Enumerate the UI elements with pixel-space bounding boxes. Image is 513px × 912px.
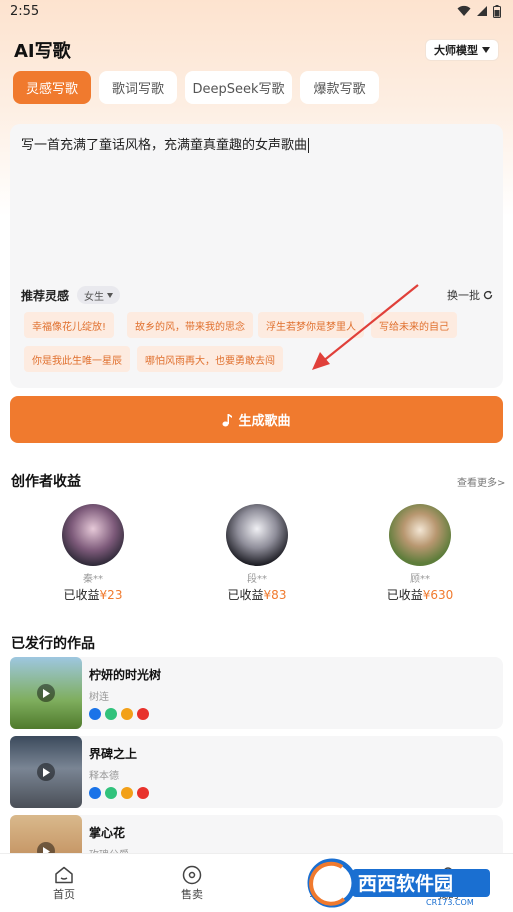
kuwo-icon: [121, 708, 133, 720]
nav-sell-label: 售卖: [181, 888, 203, 901]
annotation-arrow: [312, 284, 419, 370]
qqmusic-icon: [105, 787, 117, 799]
text-caret: [308, 138, 310, 153]
refresh-label: 换一批: [447, 289, 480, 302]
status-bar: 2:55: [0, 0, 513, 22]
earnings-amount: ¥23: [99, 588, 123, 602]
creator-card[interactable]: 秦** 已收益¥23: [28, 504, 158, 603]
creator-earnings: 已收益¥23: [28, 586, 158, 603]
creators-title: 创作者收益: [11, 474, 81, 490]
works-title: 已发行的作品: [11, 636, 95, 652]
tab-inspiration[interactable]: 灵感写歌: [13, 71, 91, 104]
earnings-label: 已收益: [386, 588, 423, 602]
refresh-button[interactable]: 换一批: [447, 287, 493, 303]
creator-name: 顾**: [410, 574, 430, 585]
gender-select[interactable]: 女生: [77, 286, 121, 304]
creator-card[interactable]: 顾** 已收益¥630: [355, 504, 485, 603]
kugou-icon: [89, 787, 101, 799]
generate-song-button[interactable]: 生成歌曲: [10, 396, 503, 443]
tab-deepseek[interactable]: DeepSeek写歌: [185, 71, 292, 104]
creator-name: 秦**: [83, 574, 103, 585]
work-cover: [10, 736, 82, 808]
inspiration-chip[interactable]: 故乡的风，带来我的思念: [127, 312, 253, 338]
platform-icons: [89, 708, 149, 720]
status-time: 2:55: [10, 3, 40, 19]
caret-down-icon: [482, 47, 490, 53]
earnings-label: 已收益: [63, 588, 100, 602]
page-title: AI写歌: [14, 41, 71, 62]
work-title: 柠妍的时光树: [89, 668, 162, 682]
nav-home[interactable]: 首页: [34, 864, 94, 902]
inspiration-chip[interactable]: 你是我此生唯一星辰: [24, 346, 130, 372]
model-select-button[interactable]: 大师模型: [425, 39, 499, 61]
creator-name: 段**: [247, 574, 267, 585]
creator-card[interactable]: 段** 已收益¥83: [192, 504, 322, 603]
caret-down-icon: [107, 292, 114, 298]
inspiration-chip[interactable]: 幸福像花儿绽放!: [24, 312, 115, 338]
prompt-input[interactable]: 写一首充满了童话风格，充满童真童趣的女声歌曲: [21, 134, 310, 153]
tab-hit[interactable]: 爆款写歌: [300, 71, 379, 104]
netease-icon: [137, 708, 149, 720]
model-select-label: 大师模型: [434, 44, 478, 57]
wifi-icon: [457, 5, 471, 16]
work-cover: [10, 657, 82, 729]
disc-icon: [182, 865, 202, 885]
see-more-link[interactable]: 查看更多>: [457, 474, 505, 489]
inspiration-chip[interactable]: 哪怕风雨再大，也要勇敢去闯: [137, 346, 283, 372]
tab-lyrics[interactable]: 歌词写歌: [99, 71, 177, 104]
work-item[interactable]: 界碑之上 释本德: [10, 736, 503, 808]
creator-avatar: [389, 504, 451, 566]
battery-icon: [493, 4, 501, 18]
kugou-icon: [89, 708, 101, 720]
work-artist: 树连: [89, 692, 109, 703]
work-item[interactable]: 柠妍的时光树 树连: [10, 657, 503, 729]
earnings-amount: ¥630: [422, 588, 454, 602]
creator-earnings: 已收益¥630: [355, 586, 485, 603]
prompt-card: 写一首充满了童话风格，充满童真童趣的女声歌曲 推荐灵感 女生 换一批 幸福像花儿…: [10, 124, 503, 388]
mode-tabs: 灵感写歌 歌词写歌 DeepSeek写歌 爆款写歌: [13, 71, 379, 104]
platform-icons: [89, 787, 149, 799]
creator-earnings: 已收益¥83: [192, 586, 322, 603]
home-icon: [55, 866, 73, 884]
signal-icon: [477, 6, 487, 16]
prompt-value: 写一首充满了童话风格，充满童真童趣的女声歌曲: [21, 138, 308, 153]
kuwo-icon: [121, 787, 133, 799]
qqmusic-icon: [105, 708, 117, 720]
netease-icon: [137, 787, 149, 799]
watermark-logo: 西西软件园 CR173.COM: [307, 858, 490, 908]
refresh-icon: [483, 290, 493, 300]
generate-song-label: 生成歌曲: [238, 414, 291, 429]
work-title: 掌心花: [89, 826, 126, 840]
watermark-url: CR173.COM: [426, 898, 474, 907]
play-icon[interactable]: [37, 684, 55, 702]
earnings-label: 已收益: [227, 588, 264, 602]
creator-avatar: [226, 504, 288, 566]
work-artist: 释本德: [89, 771, 119, 782]
earnings-amount: ¥83: [263, 588, 287, 602]
play-icon[interactable]: [37, 763, 55, 781]
nav-home-label: 首页: [53, 888, 75, 901]
creator-avatar: [62, 504, 124, 566]
inspiration-title: 推荐灵感: [21, 288, 70, 303]
nav-sell[interactable]: 售卖: [162, 864, 222, 902]
gender-label: 女生: [84, 291, 105, 303]
watermark-text: 西西软件园: [358, 872, 453, 895]
app-header: AI写歌 大师模型: [0, 34, 513, 66]
music-note-icon: [222, 413, 233, 426]
work-title: 界碑之上: [89, 747, 138, 761]
